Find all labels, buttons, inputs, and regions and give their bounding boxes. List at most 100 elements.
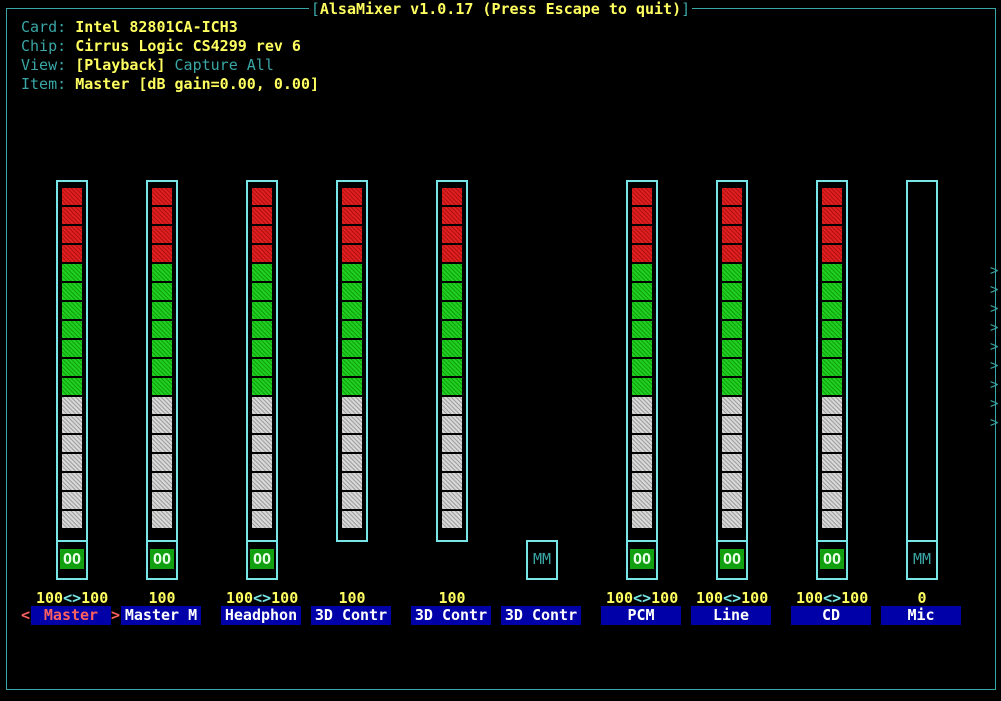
volume-segment bbox=[822, 359, 842, 376]
volume-value: 100 bbox=[438, 589, 466, 607]
volume-segment bbox=[632, 454, 652, 471]
switch-on[interactable]: OO bbox=[246, 540, 278, 580]
volume-segment bbox=[822, 302, 842, 319]
switch-label: OO bbox=[150, 549, 174, 569]
volume-segment bbox=[722, 416, 742, 433]
stereo-link-icon: <> bbox=[823, 589, 842, 607]
volume-bar[interactable] bbox=[906, 180, 938, 542]
volume-segment bbox=[442, 340, 462, 357]
volume-segment bbox=[342, 188, 362, 205]
channel-name[interactable]: Master bbox=[31, 606, 111, 625]
view-playback[interactable]: [Playback] bbox=[75, 56, 165, 74]
switch-on[interactable]: OO bbox=[716, 540, 748, 580]
volume-segment bbox=[152, 264, 172, 281]
volume-segment bbox=[632, 378, 652, 395]
scroll-right-icon: > bbox=[990, 320, 999, 336]
stereo-link-icon: <> bbox=[253, 589, 272, 607]
volume-segment bbox=[62, 340, 82, 357]
volume-segment bbox=[822, 188, 842, 205]
channel-name[interactable]: CD bbox=[791, 606, 871, 625]
volume-segment bbox=[342, 416, 362, 433]
switch-label: OO bbox=[60, 549, 84, 569]
volume-segment bbox=[632, 188, 652, 205]
volume-segment bbox=[722, 207, 742, 224]
channel-name[interactable]: Headphon bbox=[221, 606, 301, 625]
volume-segment bbox=[342, 397, 362, 414]
volume-segment bbox=[822, 264, 842, 281]
scroll-indicator[interactable]: > > > > > > > > > bbox=[990, 262, 1000, 433]
window-title: AlsaMixer v1.0.17 (Press Escape to quit) bbox=[319, 0, 682, 18]
volume-segment bbox=[442, 397, 462, 414]
volume-segment bbox=[822, 283, 842, 300]
switch-on[interactable]: OO bbox=[626, 540, 658, 580]
volume-segment bbox=[722, 492, 742, 509]
volume-segment bbox=[342, 226, 362, 243]
channel-name[interactable]: Line bbox=[691, 606, 771, 625]
volume-right: 100 bbox=[741, 589, 769, 607]
view-all[interactable]: All bbox=[247, 56, 274, 74]
volume-segment bbox=[62, 245, 82, 262]
volume-segment bbox=[62, 473, 82, 490]
volume-segment bbox=[152, 416, 172, 433]
volume-segment bbox=[342, 378, 362, 395]
volume-bar[interactable] bbox=[626, 180, 658, 542]
volume-segment bbox=[722, 226, 742, 243]
volume-bar[interactable] bbox=[246, 180, 278, 542]
switch-label: OO bbox=[720, 549, 744, 569]
scroll-right-icon: > bbox=[990, 301, 999, 317]
volume-segment bbox=[62, 188, 82, 205]
switch-muted[interactable]: MM bbox=[906, 540, 938, 580]
volume-value: 100<>100 bbox=[36, 589, 108, 607]
volume-segment bbox=[822, 226, 842, 243]
stereo-link-icon: <> bbox=[723, 589, 742, 607]
channel-name[interactable]: 3D Contr bbox=[311, 606, 391, 625]
channel-name[interactable]: Master M bbox=[121, 606, 201, 625]
volume-bar[interactable] bbox=[56, 180, 88, 542]
volume-segment bbox=[822, 378, 842, 395]
volume-segment bbox=[342, 492, 362, 509]
volume-segment bbox=[632, 264, 652, 281]
volume-segment bbox=[152, 473, 172, 490]
chip-label: Chip: bbox=[21, 37, 67, 55]
volume-bar[interactable] bbox=[716, 180, 748, 542]
volume-segment bbox=[62, 397, 82, 414]
volume-segment bbox=[442, 207, 462, 224]
volume-segment bbox=[252, 359, 272, 376]
volume-segment bbox=[442, 511, 462, 528]
switch-on[interactable]: OO bbox=[816, 540, 848, 580]
volume-segment bbox=[632, 416, 652, 433]
volume-segment bbox=[442, 416, 462, 433]
item-value: Master [dB gain=0.00, 0.00] bbox=[75, 75, 320, 93]
volume-segment bbox=[722, 435, 742, 452]
volume-segment bbox=[252, 340, 272, 357]
volume-bar[interactable] bbox=[816, 180, 848, 542]
channel-name[interactable]: Mic bbox=[881, 606, 961, 625]
switch-on[interactable]: OO bbox=[146, 540, 178, 580]
channel-name[interactable]: 3D Contr bbox=[411, 606, 491, 625]
switch-on[interactable]: OO bbox=[56, 540, 88, 580]
volume-segment bbox=[442, 226, 462, 243]
volume-segment bbox=[442, 378, 462, 395]
volume-segment bbox=[62, 511, 82, 528]
volume-segment bbox=[722, 397, 742, 414]
volume-segment bbox=[252, 283, 272, 300]
volume-segment bbox=[632, 207, 652, 224]
volume-segment bbox=[252, 511, 272, 528]
volume-left: 100 bbox=[606, 589, 634, 607]
volume-segment bbox=[62, 435, 82, 452]
switch-muted[interactable]: MM bbox=[526, 540, 558, 580]
volume-value: 0 bbox=[917, 589, 927, 607]
volume-bar[interactable] bbox=[436, 180, 468, 542]
volume-bar[interactable] bbox=[146, 180, 178, 542]
volume-segment bbox=[442, 302, 462, 319]
volume-segment bbox=[62, 416, 82, 433]
volume-bar[interactable] bbox=[336, 180, 368, 542]
volume-right: 100 bbox=[81, 589, 109, 607]
volume-segment bbox=[62, 207, 82, 224]
channel-name[interactable]: 3D Contr bbox=[501, 606, 581, 625]
item-label: Item: bbox=[21, 75, 67, 93]
channel-name[interactable]: PCM bbox=[601, 606, 681, 625]
volume-segment bbox=[62, 359, 82, 376]
volume-segment bbox=[822, 397, 842, 414]
view-capture[interactable]: Capture bbox=[175, 56, 238, 74]
